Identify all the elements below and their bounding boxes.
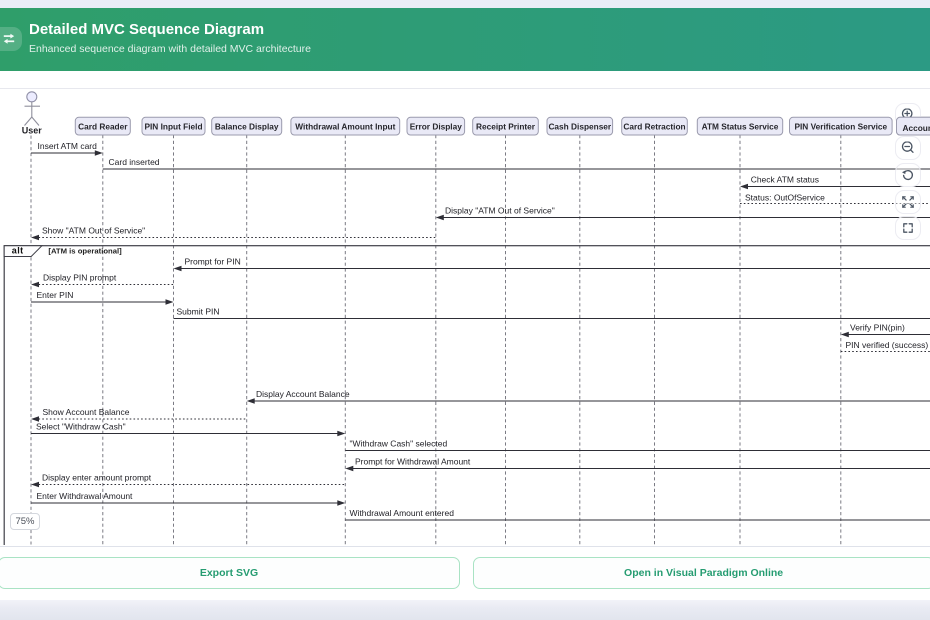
svg-text:Enter Withdrawal Amount: Enter Withdrawal Amount bbox=[37, 491, 134, 501]
svg-text:Card Retraction: Card Retraction bbox=[623, 121, 685, 131]
svg-text:Withdrawal Amount Input: Withdrawal Amount Input bbox=[295, 121, 395, 131]
svg-text:ATM Status Service: ATM Status Service bbox=[702, 121, 779, 131]
svg-text:Card Reader: Card Reader bbox=[78, 121, 128, 131]
svg-text:Status: OutOfService: Status: OutOfService bbox=[745, 192, 825, 202]
svg-text:Receipt Printer: Receipt Printer bbox=[476, 121, 536, 131]
svg-text:[ATM is operational]: [ATM is operational] bbox=[48, 247, 122, 256]
svg-text:Account Service: Account Service bbox=[902, 123, 930, 133]
svg-text:Insert ATM card: Insert ATM card bbox=[38, 141, 98, 151]
svg-text:Prompt for Withdrawal Amount: Prompt for Withdrawal Amount bbox=[355, 457, 471, 467]
svg-text:User: User bbox=[22, 126, 43, 136]
svg-text:Display Account Balance: Display Account Balance bbox=[256, 389, 350, 399]
svg-text:Balance Display: Balance Display bbox=[215, 121, 279, 131]
svg-text:PIN Input Field: PIN Input Field bbox=[144, 121, 202, 131]
svg-text:Error Display: Error Display bbox=[410, 121, 462, 131]
svg-text:alt: alt bbox=[12, 246, 24, 256]
svg-text:Check ATM status: Check ATM status bbox=[751, 175, 819, 185]
svg-text:"Withdraw Cash" selected: "Withdraw Cash" selected bbox=[350, 439, 448, 449]
svg-text:Withdrawal Amount entered: Withdrawal Amount entered bbox=[350, 508, 455, 518]
svg-text:Enter PIN: Enter PIN bbox=[37, 290, 74, 300]
svg-text:Cash Dispenser: Cash Dispenser bbox=[548, 121, 611, 131]
svg-text:Submit PIN: Submit PIN bbox=[177, 307, 220, 317]
svg-text:Verify PIN(pin): Verify PIN(pin) bbox=[850, 323, 905, 333]
svg-text:Display enter amount prompt: Display enter amount prompt bbox=[42, 473, 152, 483]
svg-text:Show "ATM Out of Service": Show "ATM Out of Service" bbox=[42, 226, 145, 236]
svg-text:Display "ATM Out of Service": Display "ATM Out of Service" bbox=[445, 206, 555, 216]
svg-text:PIN Verification Service: PIN Verification Service bbox=[794, 121, 887, 131]
svg-text:Card inserted: Card inserted bbox=[109, 157, 160, 167]
svg-text:PIN verified (success): PIN verified (success) bbox=[846, 340, 929, 350]
svg-text:Display PIN prompt: Display PIN prompt bbox=[43, 273, 117, 283]
svg-text:Select "Withdraw Cash": Select "Withdraw Cash" bbox=[36, 422, 126, 432]
svg-text:Show Account Balance: Show Account Balance bbox=[43, 407, 130, 417]
svg-text:Prompt for PIN: Prompt for PIN bbox=[185, 257, 241, 267]
